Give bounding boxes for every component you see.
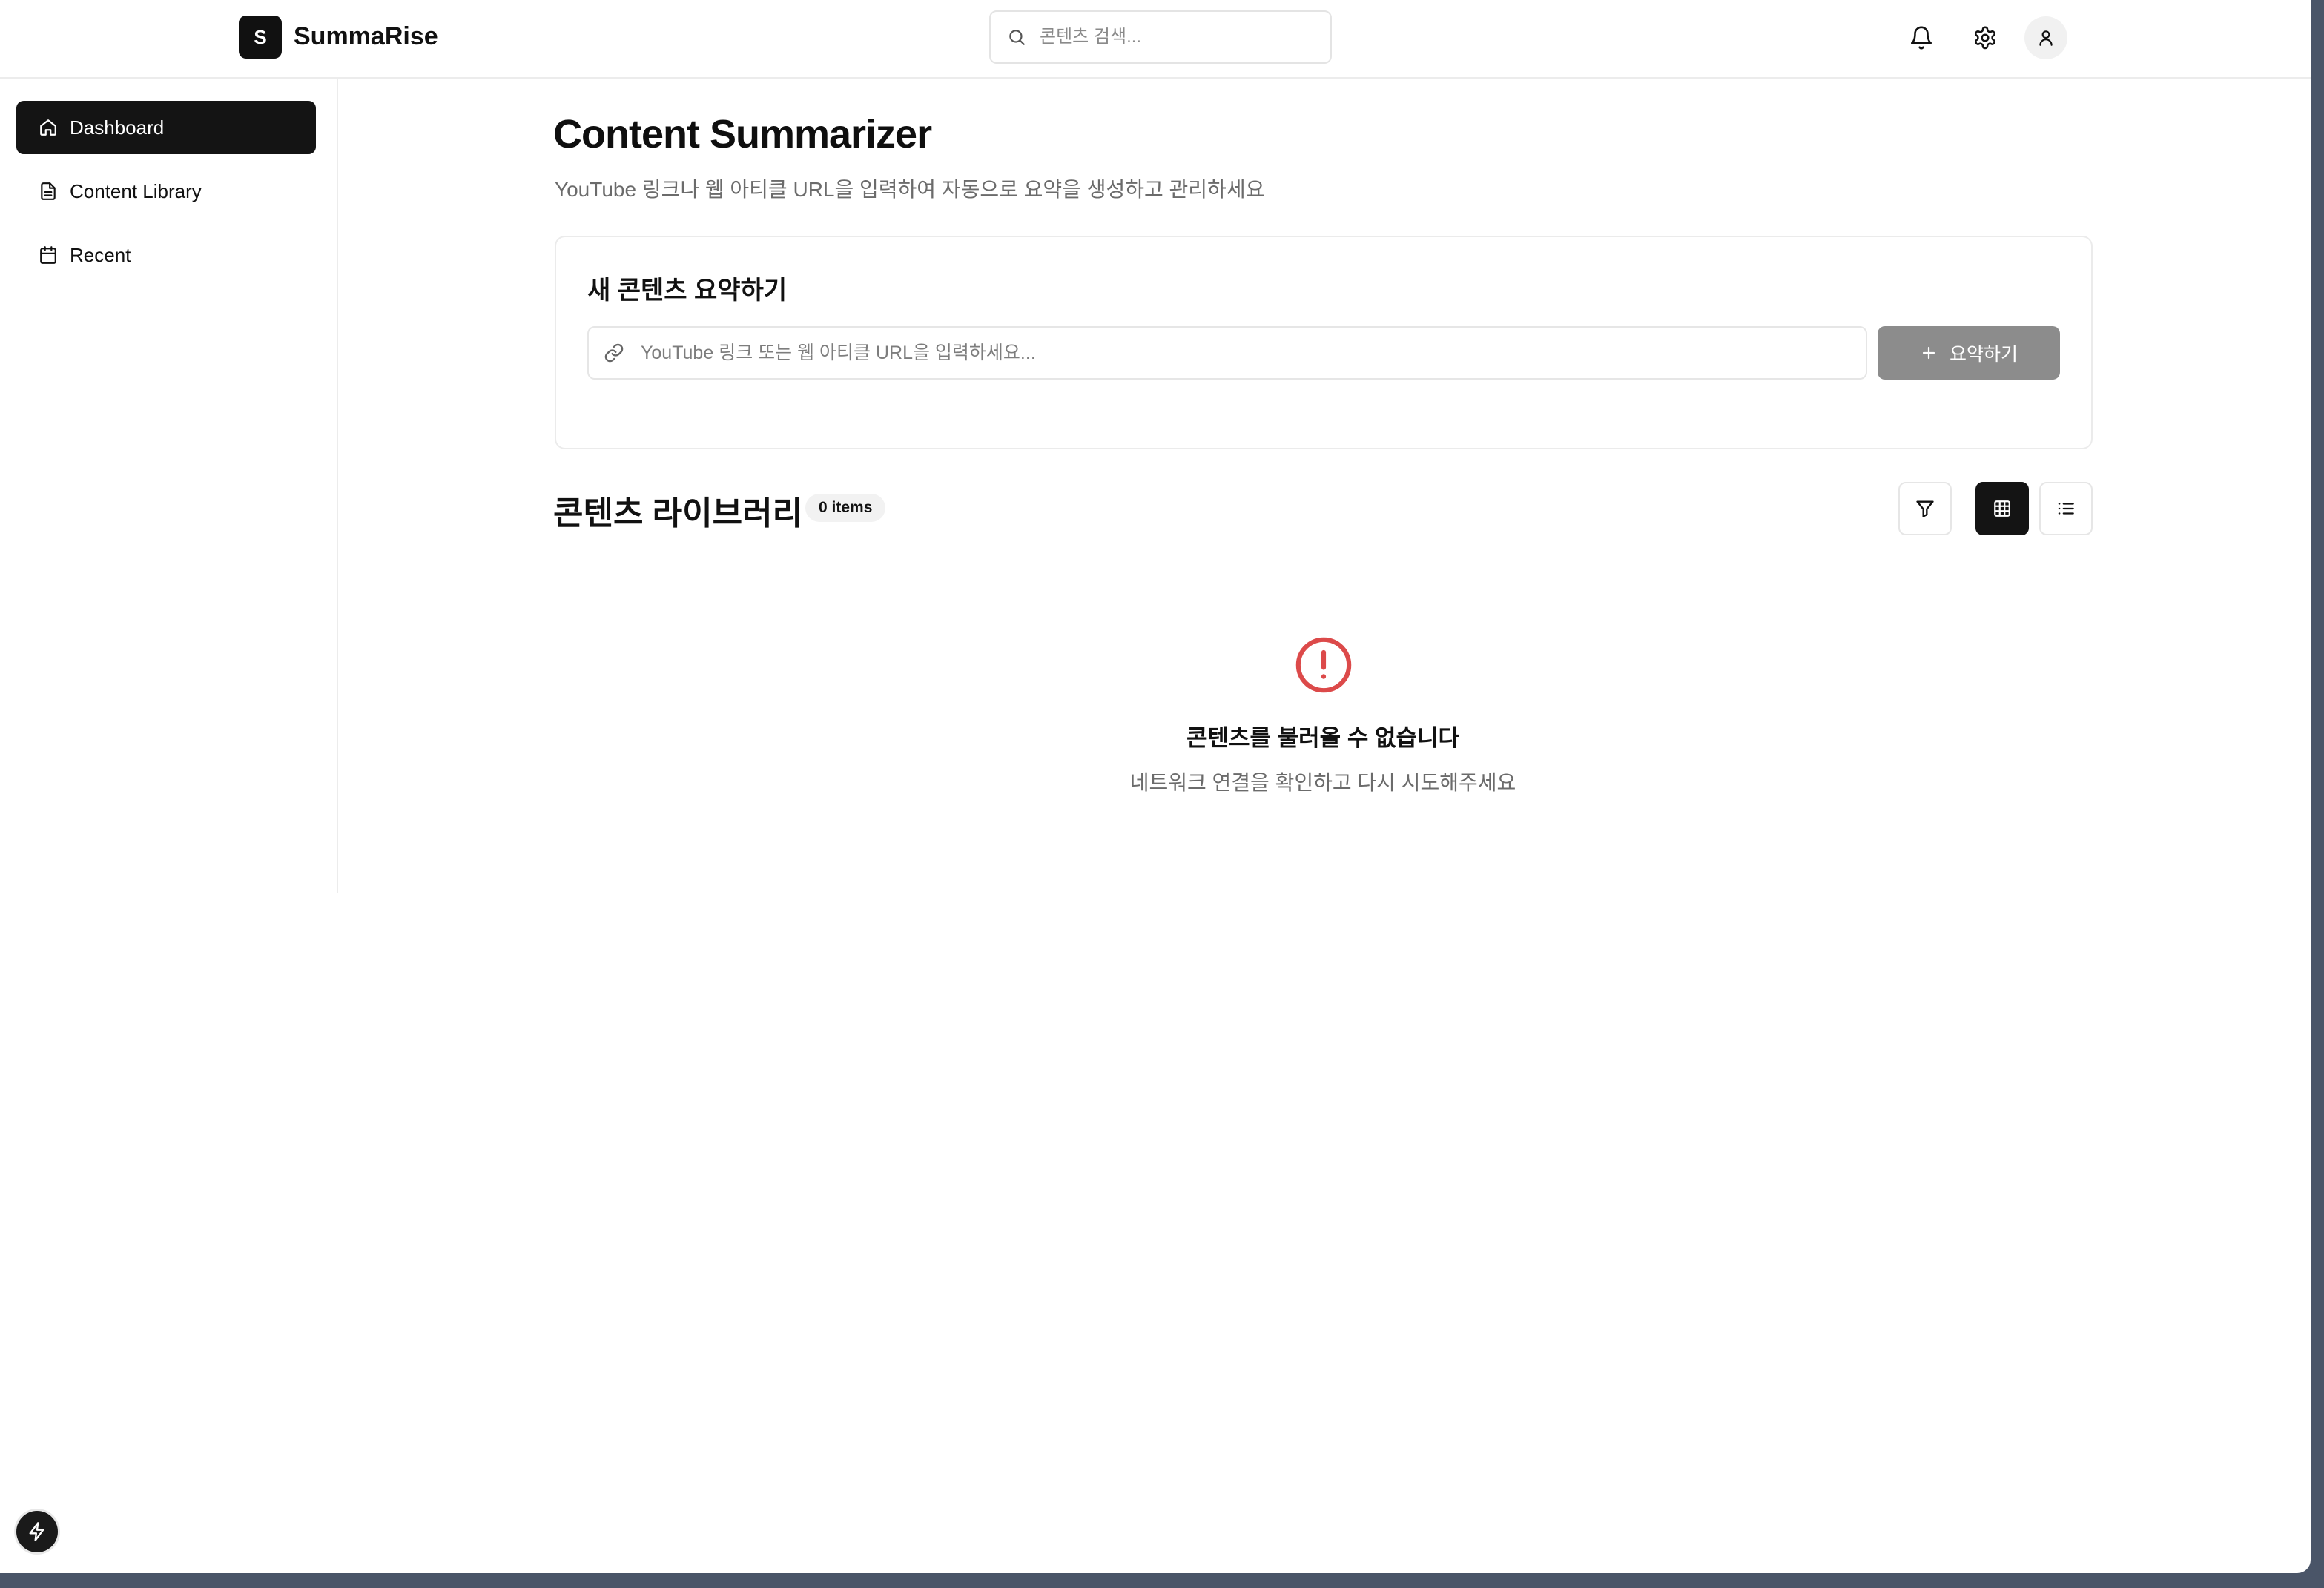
card-title: 새 콘텐츠 요약하기 bbox=[587, 277, 788, 305]
summarize-button-label: 요약하기 bbox=[1949, 344, 2018, 365]
plus-icon bbox=[1922, 346, 1935, 360]
search-icon bbox=[1009, 30, 1025, 45]
app-window: S SummaRise Dashboard Content Library Re… bbox=[0, 0, 2311, 1573]
top-header: S SummaRise bbox=[0, 0, 2311, 79]
calendar-icon bbox=[40, 246, 56, 264]
error-title: 콘텐츠를 불러올 수 없습니다 bbox=[1186, 725, 1460, 751]
summarize-button[interactable]: 요약하기 bbox=[1878, 326, 2060, 380]
sidebar-item-recent[interactable]: Recent bbox=[16, 228, 316, 282]
item-count-badge: 0 items bbox=[805, 494, 886, 522]
alert-circle-icon bbox=[1295, 637, 1352, 693]
sidebar-item-label: Dashboard bbox=[70, 116, 165, 139]
filter-icon bbox=[1916, 500, 1934, 517]
settings-button[interactable] bbox=[1964, 16, 2007, 59]
logo-icon[interactable]: S bbox=[239, 16, 282, 59]
sidebar-item-label: Content Library bbox=[70, 179, 202, 202]
filter-button[interactable] bbox=[1898, 482, 1952, 535]
search-box[interactable] bbox=[989, 10, 1332, 64]
page-subtitle: YouTube 링크나 웹 아티클 URL을 입력하여 자동으로 요약을 생성하… bbox=[555, 178, 1265, 201]
gear-icon bbox=[1975, 26, 1995, 50]
brand-name[interactable]: SummaRise bbox=[294, 22, 438, 51]
bell-icon bbox=[1910, 26, 1932, 50]
sidebar-item-content-library[interactable]: Content Library bbox=[16, 165, 316, 218]
grid-icon bbox=[1994, 500, 2010, 517]
url-input[interactable] bbox=[641, 342, 1827, 364]
user-avatar-button[interactable] bbox=[2024, 16, 2067, 59]
search-input[interactable] bbox=[1040, 27, 1321, 47]
link-icon bbox=[604, 343, 624, 363]
user-icon bbox=[2039, 30, 2053, 46]
lightning-icon bbox=[29, 1522, 44, 1541]
error-message: 네트워크 연결을 확인하고 다시 시도해주세요 bbox=[1129, 771, 1516, 794]
page-title: Content Summarizer bbox=[553, 112, 932, 156]
notifications-button[interactable] bbox=[1900, 16, 1943, 59]
library-title: 콘텐츠 라이브러리 bbox=[553, 495, 803, 532]
list-icon bbox=[2058, 503, 2074, 515]
sidebar-item-dashboard[interactable]: Dashboard bbox=[16, 101, 316, 154]
list-view-button[interactable] bbox=[2039, 482, 2093, 535]
home-icon bbox=[40, 119, 56, 136]
grid-view-button[interactable] bbox=[1975, 482, 2029, 535]
new-summary-card: 새 콘텐츠 요약하기 요약하기 bbox=[555, 236, 2093, 449]
sidebar-item-label: Recent bbox=[70, 243, 131, 266]
dev-tools-button[interactable] bbox=[16, 1511, 58, 1552]
document-icon bbox=[41, 182, 56, 200]
url-field[interactable] bbox=[587, 326, 1867, 380]
